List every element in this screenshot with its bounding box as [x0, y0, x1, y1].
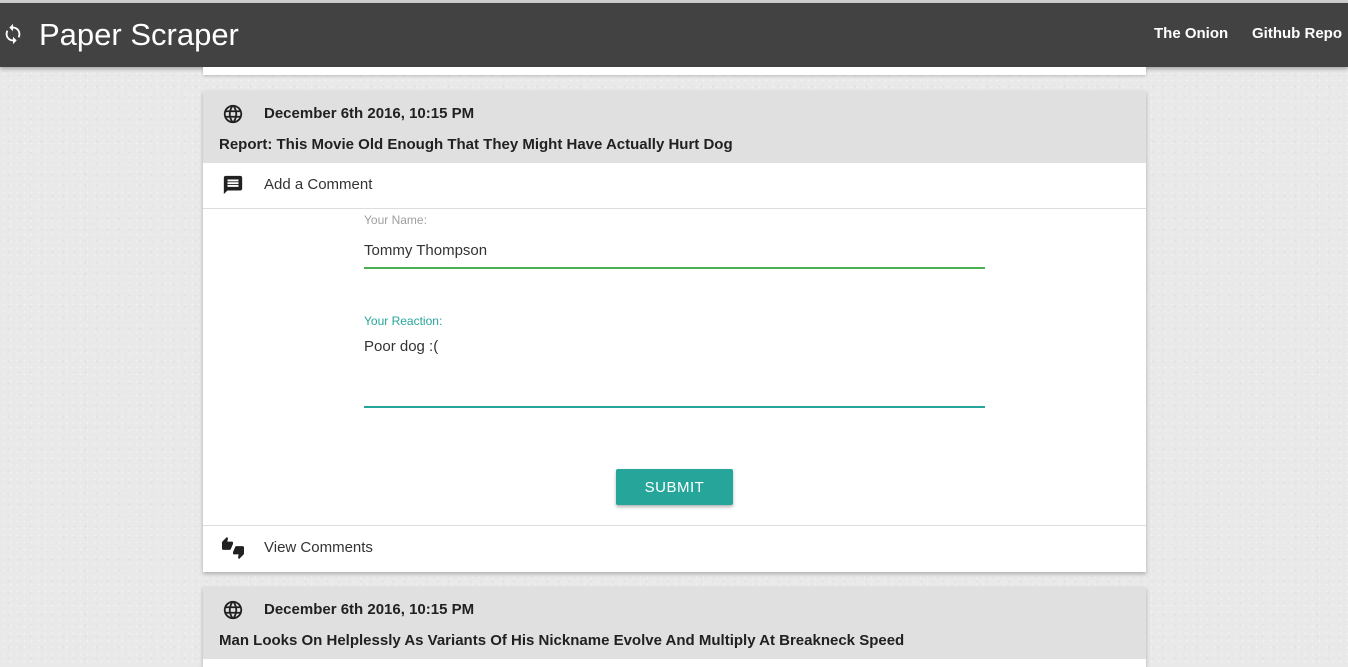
navbar: Paper Scraper The Onion Github Repo [0, 3, 1348, 67]
reaction-input[interactable]: Poor dog :( [364, 338, 985, 408]
submit-button[interactable]: SUBMIT [616, 469, 733, 505]
article-date: December 6th 2016, 10:15 PM [264, 601, 475, 618]
nav-link-github-repo[interactable]: Github Repo [1252, 25, 1342, 42]
reaction-field-label: Your Reaction: [364, 314, 443, 328]
article-headline[interactable]: Man Looks On Helplessly As Variants Of H… [219, 632, 904, 649]
globe-icon [223, 600, 243, 620]
view-comments-label: View Comments [264, 539, 373, 556]
view-comments-toggle[interactable]: View Comments [203, 525, 1146, 572]
article-card: December 6th 2016, 10:15 PM Report: This… [203, 91, 1146, 572]
article-card: December 6th 2016, 10:15 PM Man Looks On… [203, 587, 1146, 667]
nav-link-the-onion[interactable]: The Onion [1154, 25, 1228, 42]
article-header[interactable]: December 6th 2016, 10:15 PM Man Looks On… [203, 587, 1146, 659]
previous-article-card [203, 67, 1146, 75]
add-comment-toggle[interactable]: Add a Comment [203, 163, 1146, 209]
comment-icon [223, 175, 243, 195]
name-input[interactable] [364, 233, 985, 269]
name-field-label: Your Name: [364, 213, 427, 227]
article-header[interactable]: December 6th 2016, 10:15 PM Report: This… [203, 91, 1146, 163]
brand-title[interactable]: Paper Scraper [39, 16, 239, 54]
add-comment-label: Add a Comment [264, 176, 373, 193]
article-headline[interactable]: Report: This Movie Old Enough That They … [219, 136, 733, 153]
sync-icon[interactable] [2, 23, 24, 45]
thumbs-up-down-icon [222, 537, 244, 559]
article-date: December 6th 2016, 10:15 PM [264, 105, 475, 122]
globe-icon [223, 104, 243, 124]
